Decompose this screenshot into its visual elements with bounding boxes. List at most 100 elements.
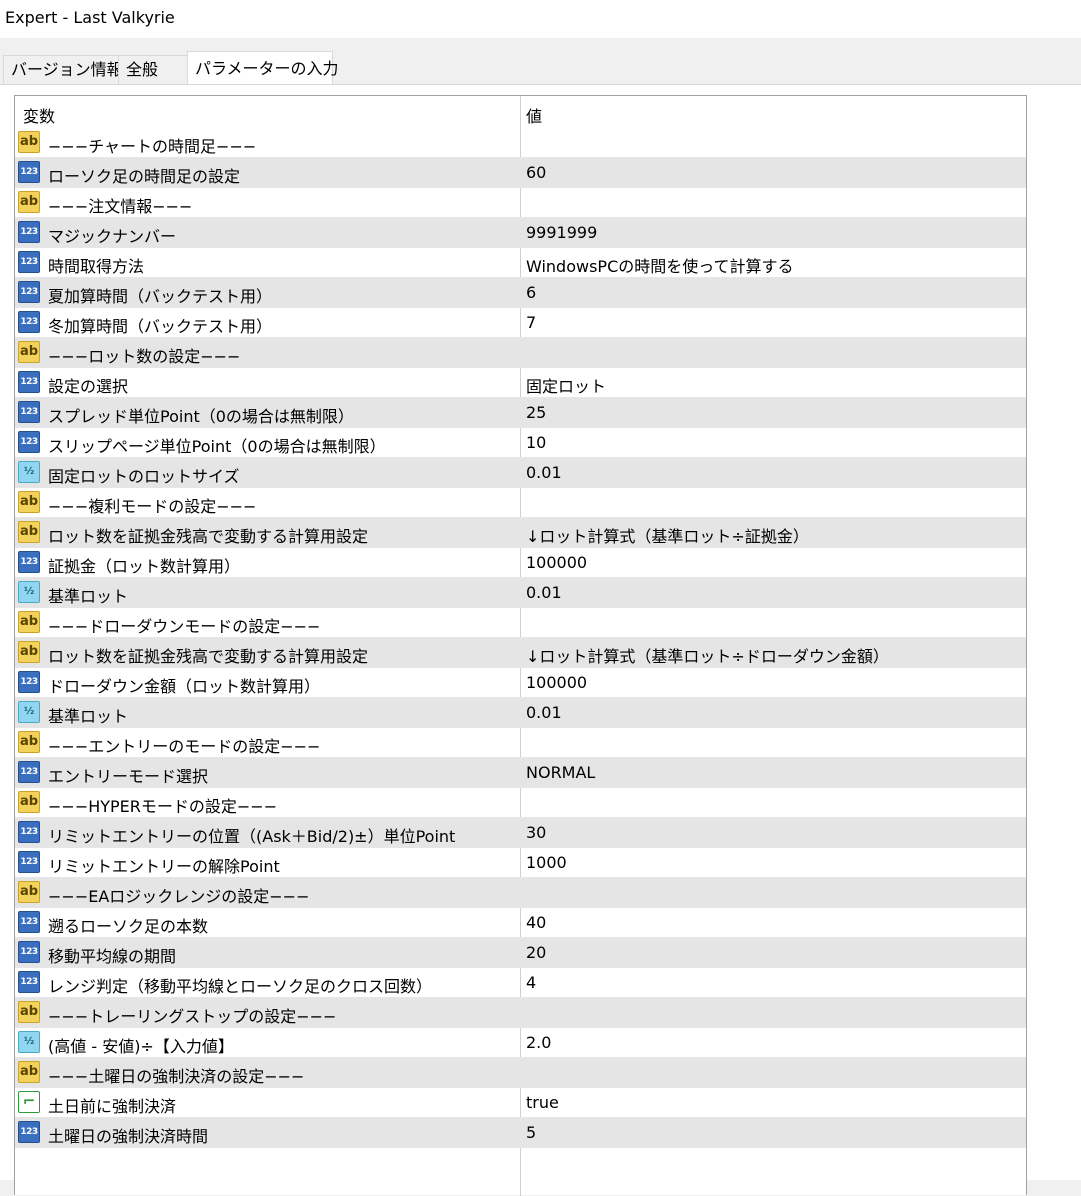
parameter-value[interactable]: 100000 (526, 553, 587, 572)
parameter-name: ローソク足の時間足の設定 (48, 167, 241, 186)
parameter-row[interactable]: 123 土曜日の強制決済時間 5 (15, 1118, 1026, 1148)
parameter-value[interactable]: 20 (526, 943, 546, 962)
parameter-row[interactable]: 123 リミットエントリーの解除Point 1000 (15, 848, 1026, 878)
parameter-name: −−−複利モードの設定−−− (48, 497, 257, 516)
parameter-row[interactable]: 123 遡るローソク足の本数 40 (15, 908, 1026, 938)
parameter-row[interactable]: 123 レンジ判定（移動平均線とローソク足のクロス回数） 4 (15, 968, 1026, 998)
parameter-name: 時間取得方法 (48, 257, 145, 276)
parameter-row[interactable]: ab −−−チャートの時間足−−− (15, 128, 1026, 158)
parameter-row[interactable]: 123 証拠金（ロット数計算用） 100000 (15, 548, 1026, 578)
parameter-value[interactable]: 30 (526, 823, 546, 842)
parameter-row[interactable]: ab ロット数を証拠金残高で変動する計算用設定 ↓ロット計算式（基準ロット÷証拠金） (15, 518, 1026, 548)
string-type-icon: ab (18, 341, 40, 363)
string-type-icon: ab (18, 191, 40, 213)
parameter-value[interactable]: 1000 (526, 853, 567, 872)
parameter-row[interactable]: 123 設定の選択 固定ロット (15, 368, 1026, 398)
parameter-row[interactable]: ab −−−土曜日の強制決済の設定−−− (15, 1058, 1026, 1088)
window-title: Expert - Last Valkyrie (5, 8, 175, 27)
parameter-row[interactable]: 123 スリップページ単位Point（0の場合は無制限） 10 (15, 428, 1026, 458)
parameter-value[interactable]: 60 (526, 163, 546, 182)
integer-type-icon: 123 (18, 941, 40, 963)
parameter-row[interactable]: ab −−−EAロジックレンジの設定−−− (15, 878, 1026, 908)
column-header-value[interactable]: 値 (526, 103, 542, 127)
string-type-icon: ab (18, 881, 40, 903)
column-header-variable[interactable]: 変数 (23, 103, 55, 127)
integer-type-icon: 123 (18, 281, 40, 303)
parameter-value[interactable]: 7 (526, 313, 536, 332)
parameter-row[interactable]: ab ロット数を証拠金残高で変動する計算用設定 ↓ロット計算式（基準ロット÷ドローダ… (15, 638, 1026, 668)
grid-rows: ab −−−チャートの時間足−−− 123 ローソク足の時間足の設定 60 ab −−−注文… (15, 128, 1026, 1148)
tab-version-info[interactable]: バージョン情報 (3, 55, 123, 84)
parameter-name: −−−HYPERモードの設定−−− (48, 797, 278, 816)
parameter-row[interactable]: ab −−−トレーリングストップの設定−−− (15, 998, 1026, 1028)
parameter-name: 基準ロット (48, 587, 129, 606)
parameter-value[interactable]: 9991999 (526, 223, 597, 242)
parameter-name: −−−エントリーのモードの設定−−− (48, 737, 321, 756)
parameter-row[interactable]: ab −−−ロット数の設定−−− (15, 338, 1026, 368)
parameter-row[interactable]: ab −−−エントリーのモードの設定−−− (15, 728, 1026, 758)
parameter-row[interactable]: 123 リミットエントリーの位置（(Ask＋Bid/2)±）単位Point 30 (15, 818, 1026, 848)
tab-strip: バージョン情報 全般 パラメーターの入力 (0, 38, 1081, 85)
parameter-row[interactable]: 123 時間取得方法 WindowsPCの時間を使って計算する (15, 248, 1026, 278)
parameter-value[interactable]: 0.01 (526, 463, 562, 482)
parameter-value[interactable]: 25 (526, 403, 546, 422)
parameter-row[interactable]: ½ (高値 - 安値)÷【入力値】 2.0 (15, 1028, 1026, 1058)
parameter-value[interactable]: 2.0 (526, 1033, 551, 1052)
parameter-value[interactable]: 5 (526, 1123, 536, 1142)
parameter-row[interactable]: 123 エントリーモード選択 NORMAL (15, 758, 1026, 788)
parameter-value[interactable]: true (526, 1093, 559, 1112)
parameter-value[interactable]: 6 (526, 283, 536, 302)
parameter-name: −−−トレーリングストップの設定−−− (48, 1007, 337, 1026)
parameter-row[interactable]: 123 スプレッド単位Point（0の場合は無制限） 25 (15, 398, 1026, 428)
parameter-row[interactable]: ab −−−注文情報−−− (15, 188, 1026, 218)
parameter-row[interactable]: ab −−−複利モードの設定−−− (15, 488, 1026, 518)
parameter-value[interactable]: ↓ロット計算式（基準ロット÷証拠金） (526, 523, 809, 547)
tab-inputs[interactable]: パラメーターの入力 (187, 51, 339, 85)
parameter-value[interactable]: NORMAL (526, 763, 595, 782)
parameter-name: (高値 - 安値)÷【入力値】 (48, 1037, 234, 1056)
tab-general[interactable]: 全般 (118, 55, 188, 84)
parameter-value[interactable]: 100000 (526, 673, 587, 692)
parameter-row[interactable]: ½ 基準ロット 0.01 (15, 698, 1026, 728)
parameter-name: エントリーモード選択 (48, 767, 209, 786)
double-type-icon: ½ (18, 581, 40, 603)
parameter-row[interactable]: ½ 基準ロット 0.01 (15, 578, 1026, 608)
integer-type-icon: 123 (18, 851, 40, 873)
parameter-row[interactable]: ab −−−ドローダウンモードの設定−−− (15, 608, 1026, 638)
parameter-value[interactable]: 40 (526, 913, 546, 932)
parameter-row[interactable]: ab −−−HYPERモードの設定−−− (15, 788, 1026, 818)
parameter-value[interactable]: 4 (526, 973, 536, 992)
parameter-row[interactable]: ⌐ 土日前に強制決済 true (15, 1088, 1026, 1118)
parameter-name: −−−チャートの時間足−−− (48, 137, 257, 156)
parameter-row[interactable]: ½ 固定ロットのロットサイズ 0.01 (15, 458, 1026, 488)
parameter-value[interactable]: WindowsPCの時間を使って計算する (526, 253, 793, 277)
parameter-name: 土曜日の強制決済時間 (48, 1127, 209, 1146)
parameter-name: レンジ判定（移動平均線とローソク足のクロス回数） (48, 977, 433, 996)
parameter-row[interactable]: 123 マジックナンバー 9991999 (15, 218, 1026, 248)
parameter-name: ロット数を証拠金残高で変動する計算用設定 (48, 527, 369, 546)
parameters-grid: 変数 値 ab −−−チャートの時間足−−− 123 ローソク足の時間足の設定 60 ab… (14, 95, 1027, 1196)
parameter-value[interactable]: 0.01 (526, 703, 562, 722)
double-type-icon: ½ (18, 701, 40, 723)
parameter-row[interactable]: 123 夏加算時間（バックテスト用） 6 (15, 278, 1026, 308)
string-type-icon: ab (18, 1061, 40, 1083)
parameter-row[interactable]: 123 移動平均線の期間 20 (15, 938, 1026, 968)
parameter-name: リミットエントリーの位置（(Ask＋Bid/2)±）単位Point (48, 827, 456, 846)
tab-label: バージョン情報 (11, 60, 123, 79)
parameter-row[interactable]: 123 冬加算時間（バックテスト用） 7 (15, 308, 1026, 338)
string-type-icon: ab (18, 521, 40, 543)
parameter-value[interactable]: 固定ロット (526, 373, 606, 397)
parameter-value[interactable]: 10 (526, 433, 546, 452)
parameter-row[interactable]: 123 ドローダウン金額（ロット数計算用） 100000 (15, 668, 1026, 698)
tab-content: 変数 値 ab −−−チャートの時間足−−− 123 ローソク足の時間足の設定 60 ab… (0, 84, 1081, 1196)
parameter-name: マジックナンバー (48, 227, 177, 246)
parameter-name: 基準ロット (48, 707, 129, 726)
integer-type-icon: 123 (18, 1121, 40, 1143)
parameter-name: スリップページ単位Point（0の場合は無制限） (48, 437, 386, 456)
parameter-value[interactable]: 0.01 (526, 583, 562, 602)
parameter-value[interactable]: ↓ロット計算式（基準ロット÷ドローダウン金額） (526, 643, 889, 667)
integer-type-icon: 123 (18, 911, 40, 933)
parameter-name: 土日前に強制決済 (48, 1097, 177, 1116)
integer-type-icon: 123 (18, 311, 40, 333)
parameter-row[interactable]: 123 ローソク足の時間足の設定 60 (15, 158, 1026, 188)
